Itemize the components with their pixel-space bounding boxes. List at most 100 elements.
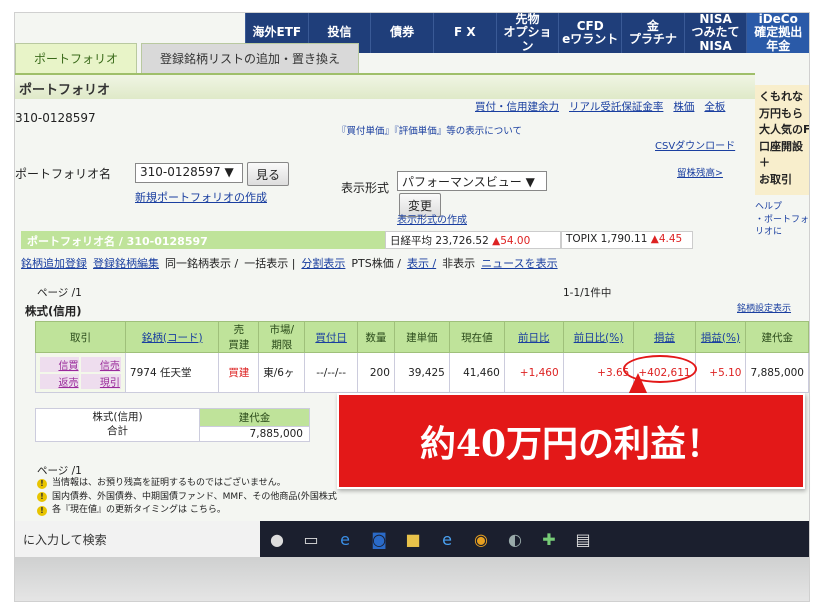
summary-head: 建代金: [199, 408, 310, 427]
link-buying-power[interactable]: 買付・信用建余力: [475, 99, 559, 114]
note-1: 当情報は、お預り残高を証明するものではございません。: [52, 478, 286, 488]
create-display-link[interactable]: 表示形式の作成: [397, 211, 467, 226]
section-title: ポートフォリオ: [15, 73, 755, 99]
portfolio-select[interactable]: 310-0128597 ▼: [135, 163, 243, 183]
table-header-row: 取引 銘柄(コード) 売 買建 市場/ 期限 買付日 数量 建単価 現在値 前日…: [35, 321, 809, 353]
folder-icon[interactable]: ■: [396, 521, 430, 557]
split-display-link[interactable]: 分割表示: [301, 255, 345, 271]
ie-icon[interactable]: e: [430, 521, 464, 557]
info-icon: !: [37, 492, 47, 503]
new-portfolio-link[interactable]: 新規ポートフォリオの作成: [135, 189, 267, 205]
store-icon[interactable]: ▤: [566, 521, 600, 557]
th-change-pct[interactable]: 前日比(%): [562, 321, 635, 353]
link-board[interactable]: 全板: [704, 99, 725, 114]
th-name[interactable]: 銘柄(コード): [124, 321, 220, 353]
excel-icon[interactable]: ✚: [532, 521, 566, 557]
account-number: 310-0128597: [15, 111, 96, 125]
hide-toggle[interactable]: 非表示: [442, 255, 475, 271]
see-button[interactable]: 見る: [247, 162, 290, 186]
amount-cell: 7,885,000: [745, 352, 809, 393]
price-cell: 39,425: [393, 352, 450, 393]
taskbar: に入力して検索 ● ▭ e ◙ ■ e ◉ ◐ ✚ ▤: [15, 521, 809, 557]
nav-bonds[interactable]: 債券: [370, 13, 433, 53]
browser-screen: 海外ETF 投信 債券 F X 先物 オプション CFD eワラント 金 プラチ…: [14, 12, 810, 602]
news-link[interactable]: ニュースを表示: [481, 255, 557, 271]
callout-pointer: [628, 373, 648, 395]
delivery-button[interactable]: 現引: [81, 373, 121, 389]
th-trade: 取引: [35, 321, 126, 353]
link-margin-rate[interactable]: リアル受託保証金率: [569, 99, 663, 114]
taskbar-search[interactable]: に入力して検索: [15, 521, 260, 557]
nav-nisa[interactable]: NISA つみたてNISA: [683, 13, 747, 53]
th-side: 売 買建: [218, 321, 260, 353]
note-2: 国内債券、外国債券、中期国債ファンド、MMF、その他商品(外国株式: [52, 491, 337, 502]
qty-cell: 200: [356, 352, 395, 393]
note-3: 各『現在値』の更新タイミングは こちら。: [52, 505, 226, 515]
add-stock-link[interactable]: 銘柄追加登録: [21, 255, 87, 271]
holdings-table: 取引 銘柄(コード) 売 買建 市場/ 期限 買付日 数量 建単価 現在値 前日…: [35, 321, 809, 393]
stock-name-cell[interactable]: 7974 任天堂: [124, 352, 220, 393]
current-cell: 41,460: [448, 352, 505, 393]
info-icon: !: [37, 505, 47, 516]
app-icon[interactable]: ◐: [498, 521, 532, 557]
page-indicator-bottom: ページ /1: [37, 465, 82, 477]
display-select[interactable]: パフォーマンスビュー ▼: [397, 171, 547, 191]
same-stock-toggle[interactable]: 同一銘柄表示 /: [165, 255, 238, 271]
side-ad[interactable]: くもれな 万円もら 大人気のF 口座開設＋ お取引: [755, 85, 809, 195]
tabs: ポートフォリオ 登録銘柄リストの追加・置き換え: [15, 35, 363, 73]
summary-label: 株式(信用) 合計: [35, 408, 200, 442]
tab-register[interactable]: 登録銘柄リストの追加・置き換え: [141, 43, 360, 73]
tab-portfolio[interactable]: ポートフォリオ: [15, 43, 138, 73]
page-indicator: ページ /1: [37, 287, 82, 299]
nav-cfd[interactable]: CFD eワラント: [558, 13, 621, 53]
nav-futures[interactable]: 先物 オプション: [495, 13, 559, 53]
show-link[interactable]: 表示 /: [407, 255, 436, 271]
banner-text: 約40万円の利益！: [419, 423, 723, 465]
chrome-icon[interactable]: ◉: [464, 521, 498, 557]
close-sell-button[interactable]: 返売: [40, 373, 80, 389]
change-cell: +1,460: [503, 352, 564, 393]
top-links: 買付・信用建余力 リアル受託保証金率 株価 全板: [475, 99, 725, 114]
laptop-bezel: [15, 557, 809, 601]
trade-cell: 信買 信売 返売 現引: [35, 352, 126, 393]
notes: ! 当情報は、お預り残高を証明するものではございません。 ! 国内債券、外国債券、中…: [37, 477, 337, 518]
settings-link[interactable]: 銘柄設定表示: [737, 301, 791, 314]
edit-stock-link[interactable]: 登録銘柄編集: [93, 255, 159, 271]
edge-icon[interactable]: e: [328, 521, 362, 557]
th-current: 現在値: [448, 321, 505, 353]
task-view-icon[interactable]: ▭: [294, 521, 328, 557]
th-change[interactable]: 前日比: [503, 321, 564, 353]
outlook-icon[interactable]: ◙: [362, 521, 396, 557]
margin-sell-button[interactable]: 信売: [81, 356, 121, 372]
date-cell: --/--/--: [304, 352, 358, 393]
pts-price-toggle[interactable]: PTS株価 /: [351, 255, 401, 271]
microphone-icon[interactable]: ●: [260, 521, 294, 557]
th-market: 市場/ 期限: [258, 321, 306, 353]
margin-buy-button[interactable]: 信買: [40, 356, 80, 372]
toolbar: 銘柄追加登録 登録銘柄編集 同一銘柄表示 / 一括表示 | 分割表示 PTS株価…: [21, 255, 558, 271]
summary-table: 株式(信用) 合計 建代金 7,885,000: [35, 408, 310, 442]
th-price: 建単価: [393, 321, 450, 353]
link-price[interactable]: 株価: [673, 99, 694, 114]
th-amount: 建代金: [745, 321, 809, 353]
th-qty: 数量: [356, 321, 395, 353]
side-help[interactable]: ヘルプ ・ポートフォリオに: [755, 201, 809, 239]
portfolio-name-label: ポートフォリオ名: [15, 167, 112, 181]
nav-gold[interactable]: 金 プラチナ: [621, 13, 684, 53]
remaining-link[interactable]: 留株残高>: [677, 165, 723, 179]
bulk-display-toggle[interactable]: 一括表示 |: [244, 255, 295, 271]
nav-fx[interactable]: F X: [433, 13, 496, 53]
profit-banner: 約40万円の利益！: [337, 393, 805, 489]
notice-link[interactable]: 『買付単価』『評価単価』等の表示について: [337, 123, 522, 137]
th-pnl[interactable]: 損益: [633, 321, 696, 353]
csv-download-link[interactable]: CSVダウンロード: [655, 137, 735, 152]
side-cell: 買建: [218, 352, 260, 393]
th-pnl-pct[interactable]: 損益(%): [694, 321, 747, 353]
nav-ideco[interactable]: iDeCo 確定拠出年金: [746, 13, 809, 53]
market-cell: 東/6ヶ: [258, 352, 306, 393]
nikkei-index: 日経平均 23,726.52 ▲54.00: [385, 231, 561, 249]
summary-value: 7,885,000: [199, 426, 310, 442]
pnl-pct-cell: +5.10: [694, 352, 747, 393]
th-date[interactable]: 買付日: [304, 321, 358, 353]
info-icon: !: [37, 478, 47, 489]
